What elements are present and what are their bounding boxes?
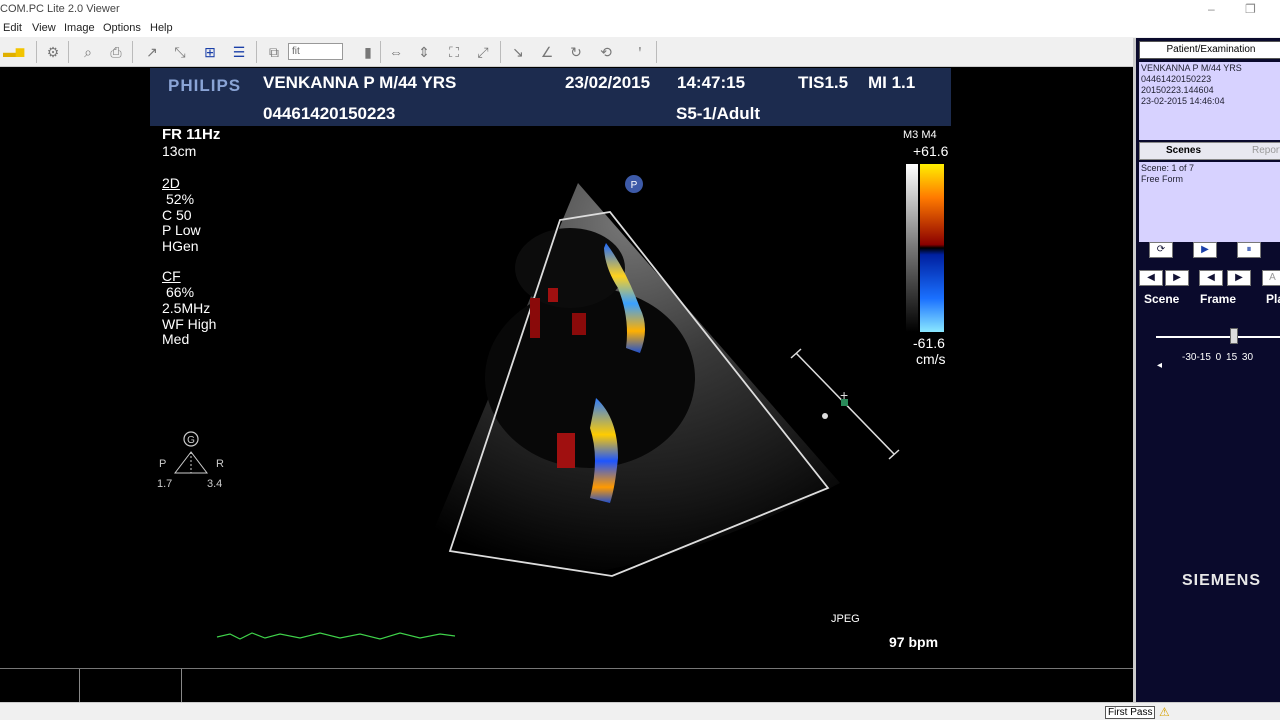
menu-view[interactable]: View [32,22,56,34]
play-icon[interactable]: ▶ [1193,242,1217,258]
reset-icon[interactable]: ⟲ [596,42,616,62]
scene-tabs: Scenes Reports [1139,142,1280,160]
settings-icon[interactable]: ⚙ [43,42,63,62]
menu-edit[interactable]: Edit [3,22,22,34]
patient-info-name: VENKANNA P M/44 YRS [1141,63,1242,73]
scene-count: Scene: 1 of 7 [1141,163,1195,173]
toolbar-separator [36,41,37,63]
measure-icon[interactable]: ↘ [508,42,528,62]
expand-icon[interactable]: ⤢ [473,42,493,62]
patient-info-study: 20150223.144604 [1141,85,1214,95]
crop-icon[interactable]: ⛶ [444,42,464,62]
tab-scenes[interactable]: Scenes [1166,145,1201,156]
cardiac-chamber [485,288,695,468]
next-scene-icon[interactable]: ▶ [1165,270,1189,286]
color-velocity-bar [920,164,944,332]
patient-info-date: 23-02-2015 14:46:04 [1141,96,1225,106]
loop-icon[interactable]: ⟳ [1149,242,1173,258]
nav-controls: ◀ ▶ ◀ ▶ A [1139,270,1280,286]
toolbar-separator [500,41,501,63]
compression-label: JPEG [831,613,860,625]
toolbar-separator [68,41,69,63]
toolbar: ▬ ■ ⚙ ⌕ ⎙ ↗ ⤡ ⊞ ☰ ⧉ fit ▮ ⇔ ⇕ ⛶ ⤢ ↘ ∠ ↻ … [0,37,1280,67]
patient-info-box: VENKANNA P M/44 YRS 04461420150223 20150… [1139,62,1280,140]
warning-icon: ⚠ [1159,705,1170,719]
speed-slider-track[interactable] [1156,336,1280,338]
ecg-trace [216,632,456,640]
arrow-icon[interactable]: ↗ [142,42,162,62]
angle-icon[interactable]: ∠ [537,42,557,62]
scene-type: Free Form [1141,174,1184,184]
speed-slider-thumb[interactable] [1230,328,1238,344]
text-icon[interactable]: ꞌ [630,42,650,62]
toolbar-separator [380,41,381,63]
tab-patient-examination[interactable]: Patient/Examination [1139,41,1280,59]
marker-icon[interactable]: ▮ [358,42,378,62]
toolbar-separator [656,41,657,63]
status-cell [80,669,182,702]
vendor-logo: SIEMENS [1182,572,1262,589]
resize-icon[interactable]: ⤡ [170,42,190,62]
color-flow-red [557,433,575,468]
frame-label: Frame [1200,292,1237,306]
minimize-icon[interactable]: – [1208,2,1215,16]
window-title: COM.PC Lite 2.0 Viewer [0,3,120,15]
scale-dot [822,413,828,419]
scene-info-box: Scene: 1 of 7 Free Form [1139,162,1280,242]
prev-scene-icon[interactable]: ◀ [1139,270,1163,286]
image-viewer[interactable]: PHILIPS VENKANNA P M/44 YRS 044614201502… [0,68,1133,668]
zoom-select[interactable]: fit [288,43,343,60]
patient-info-id: 04461420150223 [1141,74,1212,84]
color-flow-red [572,313,586,335]
mirror-icon[interactable]: ⇕ [414,42,434,62]
bottom-bar: First Pass ⚠ [0,702,1280,720]
playback-controls: ⟳ ▶ ⏸ [1139,242,1280,258]
rewind-icon[interactable]: ◂ [1157,360,1162,371]
toolbar-separator [256,41,257,63]
next-frame-icon[interactable]: ▶ [1227,270,1251,286]
status-cell [0,669,80,702]
menu-bar: Edit View Image Options Help [0,20,1280,37]
restore-icon[interactable]: ❐ [1245,2,1256,16]
speed-slider-ticks: -30-15 0 15 30 [1182,352,1254,363]
color-map-label: M3 M4 [903,129,937,141]
color-flow-red [530,298,540,338]
status-bar [0,668,1133,702]
folder-icon[interactable]: ■ [10,42,30,62]
rotate-icon[interactable]: ↻ [566,42,586,62]
menu-image[interactable]: Image [64,22,95,34]
play-label: Play [1266,292,1280,306]
grid-icon[interactable]: ⊞ [200,42,220,62]
first-pass-button[interactable]: First Pass [1105,706,1156,719]
velocity-min: -61.6 [913,335,945,351]
heart-rate: 97 bpm [889,634,939,650]
menu-help[interactable]: Help [150,22,173,34]
print-icon[interactable]: ⎙ [106,42,126,62]
focus-cross-icon: + [840,387,848,403]
velocity-unit: cm/s [916,351,946,367]
fit-icon[interactable]: ⧉ [264,42,284,62]
play-speed-icon[interactable]: A [1262,270,1280,286]
menu-options[interactable]: Options [103,22,141,34]
zoom-icon[interactable]: ⌕ [78,42,98,62]
list-icon[interactable]: ☰ [229,42,249,62]
tab-reports[interactable]: Reports [1252,145,1280,156]
ultrasound-image: P + [216,175,900,640]
title-bar: COM.PC Lite 2.0 Viewer – ❐ [0,0,1280,20]
flip-icon[interactable]: ⇔ [386,42,406,62]
right-panel: Patient/Examination VENKANNA P M/44 YRS … [1133,38,1280,702]
prev-frame-icon[interactable]: ◀ [1199,270,1223,286]
grayscale-bar [906,164,918,332]
velocity-max: +61.6 [913,143,949,159]
color-flow-red [548,288,558,302]
probe-marker-label: P [631,180,638,191]
scene-label: Scene [1144,292,1180,306]
pause-icon[interactable]: ⏸ [1237,242,1261,258]
toolbar-separator [132,41,133,63]
